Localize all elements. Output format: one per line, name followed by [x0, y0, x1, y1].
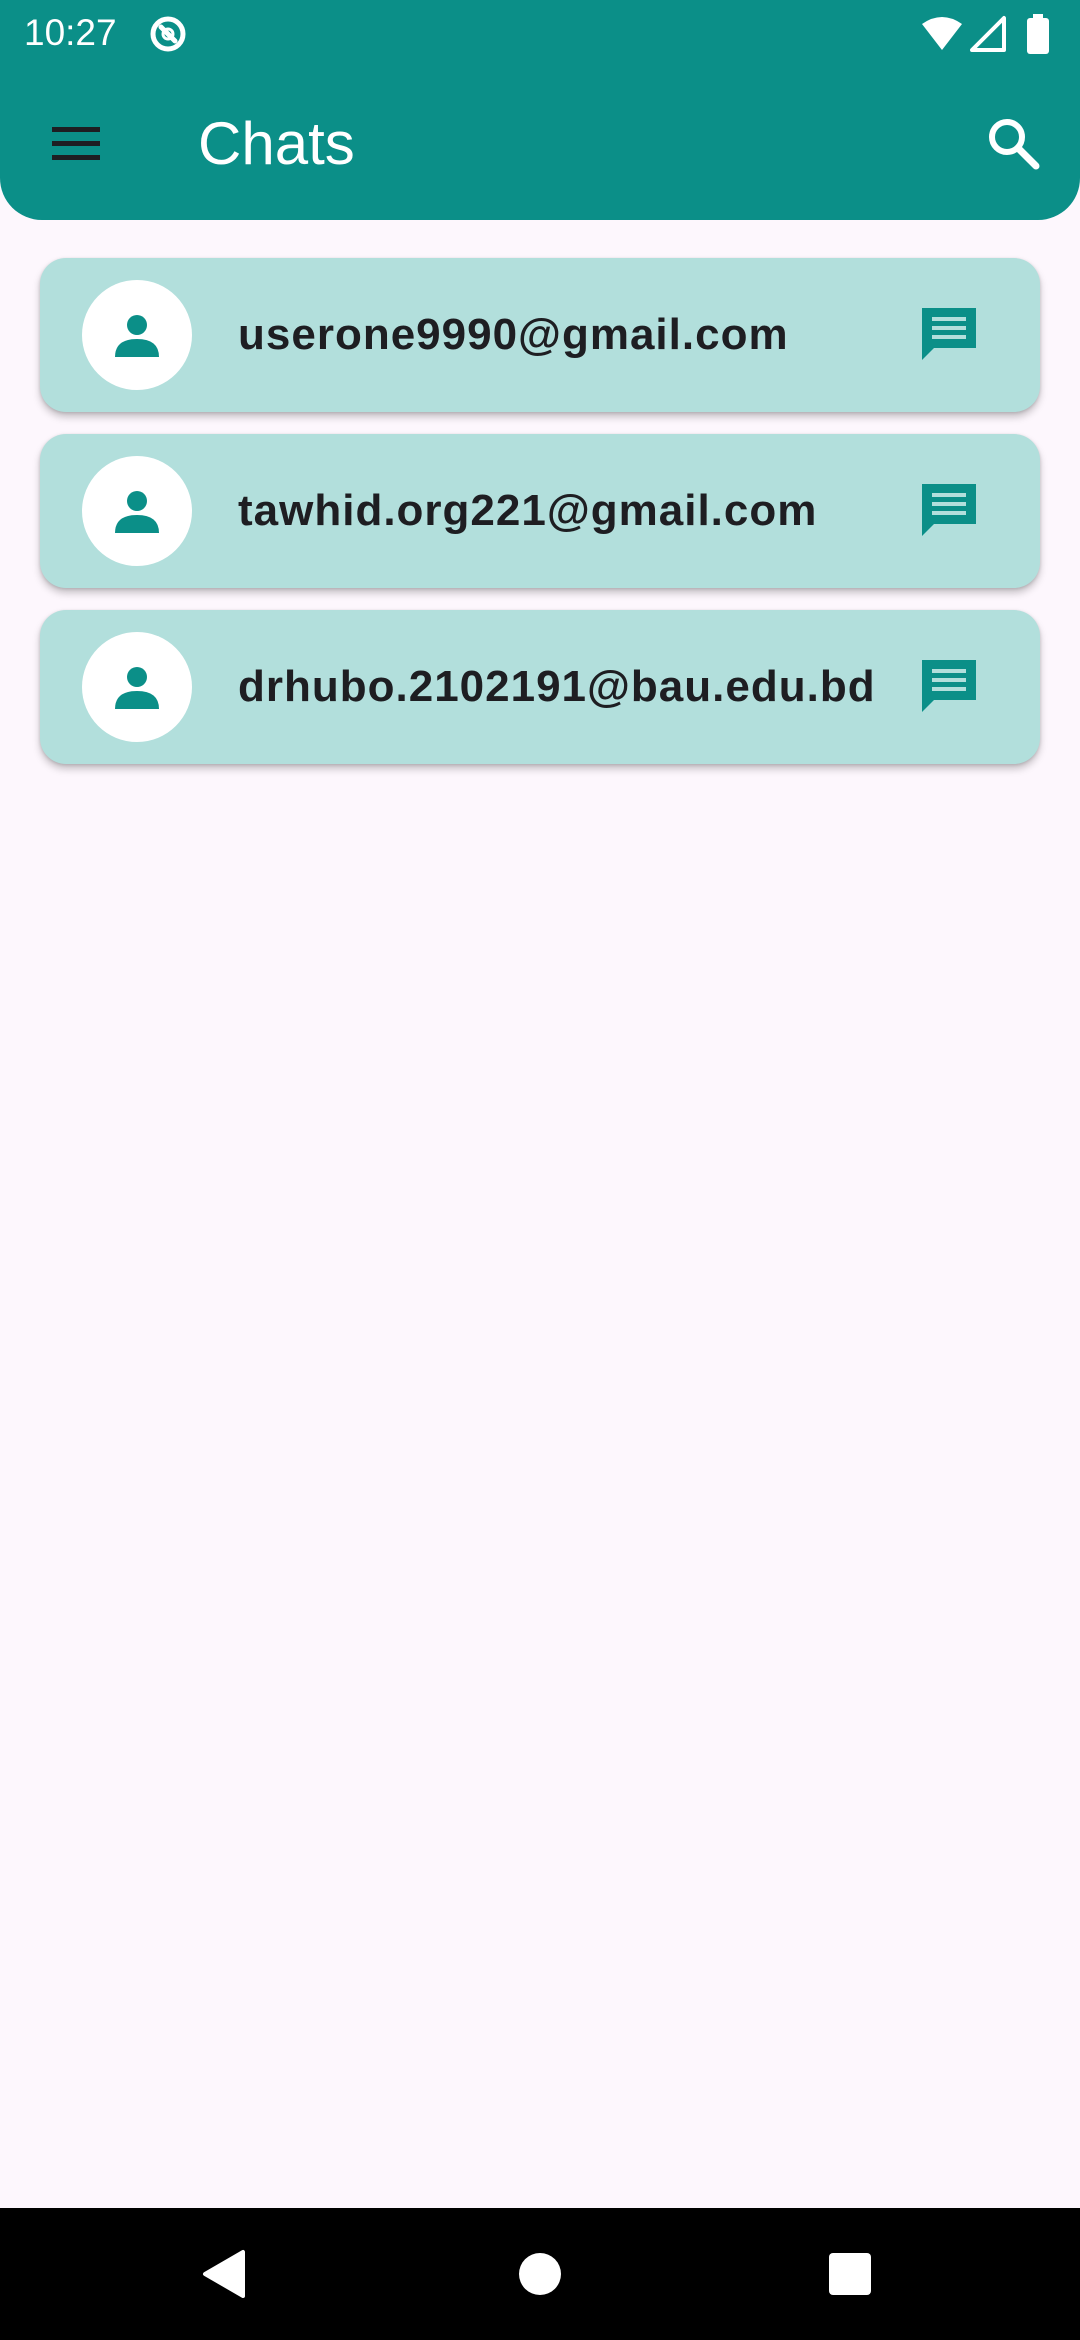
person-icon: [115, 491, 159, 533]
status-time: 10:27: [24, 12, 117, 53]
menu-button[interactable]: [40, 108, 112, 180]
search-icon: [989, 119, 1040, 170]
back-icon: [203, 2250, 245, 2298]
chat-bubble-icon: [922, 660, 976, 712]
wifi-icon: [922, 17, 962, 50]
cell-signal-icon: [970, 16, 1006, 52]
home-button[interactable]: [504, 2238, 576, 2310]
chat-button[interactable]: [916, 302, 982, 368]
chat-bubble-icon: [922, 484, 976, 536]
app-bar: 10:27 Chats: [0, 0, 1080, 220]
battery-icon: [1027, 14, 1049, 54]
chat-email: userone9990@gmail.com: [238, 310, 789, 359]
search-button[interactable]: [976, 106, 1052, 182]
system-navigation-bar: [0, 2208, 1080, 2340]
chat-list-item[interactable]: userone9990@gmail.com: [40, 258, 1040, 412]
chat-button[interactable]: [916, 654, 982, 720]
avatar: [82, 632, 192, 742]
status-bar: 10:27: [0, 0, 1080, 66]
recents-icon: [829, 2253, 871, 2295]
chat-button[interactable]: [916, 478, 982, 544]
person-icon: [115, 315, 159, 357]
chat-list-item[interactable]: drhubo.2102191@bau.edu.bd: [40, 610, 1040, 764]
avatar: [82, 456, 192, 566]
page-title: Chats: [198, 110, 355, 177]
chat-list: userone9990@gmail.com tawhid.org221@gmai…: [40, 258, 1040, 786]
chat-list-item[interactable]: tawhid.org221@gmail.com: [40, 434, 1040, 588]
chat-bubble-icon: [922, 308, 976, 360]
status-icons: [920, 14, 1060, 54]
chat-email: drhubo.2102191@bau.edu.bd: [238, 662, 876, 711]
recents-button[interactable]: [814, 2238, 886, 2310]
home-icon: [519, 2253, 561, 2295]
back-button[interactable]: [189, 2238, 261, 2310]
avatar: [82, 280, 192, 390]
person-icon: [115, 667, 159, 709]
app-notification-icon: [148, 14, 188, 54]
hamburger-menu-icon: [52, 127, 100, 160]
chat-email: tawhid.org221@gmail.com: [238, 486, 818, 535]
